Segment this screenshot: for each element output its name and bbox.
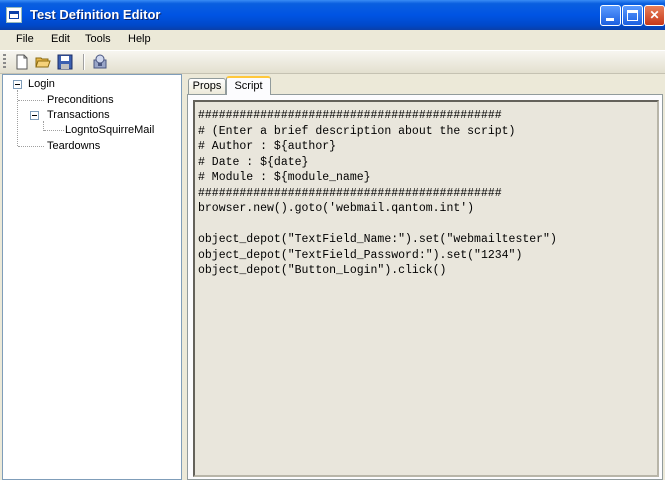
tree-line — [17, 90, 19, 146]
title-bar[interactable]: Test Definition Editor ✕ — [0, 0, 665, 30]
tree-node-logntosquirremail[interactable]: LogntoSquirreMail — [65, 124, 154, 136]
menu-file[interactable]: File — [16, 33, 34, 45]
script-line: # Author : ${author} — [198, 140, 337, 153]
tree-node-login[interactable]: Login — [28, 78, 55, 90]
tab-script[interactable]: Script — [226, 76, 271, 95]
script-editor[interactable]: ########################################… — [193, 100, 659, 477]
build-icon[interactable] — [92, 54, 108, 70]
script-line: object_depot("TextField_Password:").set(… — [198, 248, 523, 262]
app-icon — [6, 7, 22, 23]
close-icon: ✕ — [649, 8, 660, 22]
script-line: ########################################… — [198, 109, 502, 122]
minimize-icon — [606, 18, 614, 21]
tree-node-transactions[interactable]: Transactions — [47, 109, 110, 121]
test-tree[interactable]: Login Preconditions Transactions LogntoS… — [2, 74, 182, 480]
toolbar-separator — [83, 54, 85, 70]
close-button[interactable]: ✕ — [644, 5, 665, 26]
maximize-icon — [627, 10, 638, 21]
open-folder-icon[interactable] — [35, 54, 51, 70]
toolbar-grip[interactable] — [3, 54, 6, 70]
minimize-button[interactable] — [600, 5, 621, 26]
script-line: object_depot("TextField_Name:").set("web… — [198, 233, 557, 246]
menu-bar: File Edit Tools Help — [0, 30, 665, 51]
toolbar — [0, 51, 665, 74]
tab-props[interactable]: Props — [188, 78, 226, 94]
tree-node-teardowns[interactable]: Teardowns — [47, 140, 100, 152]
script-line — [198, 217, 657, 233]
tree-line — [18, 146, 44, 148]
menu-help[interactable]: Help — [128, 33, 151, 45]
menu-tools[interactable]: Tools — [85, 33, 111, 45]
maximize-button[interactable] — [622, 5, 643, 26]
script-line: ########################################… — [198, 186, 502, 200]
tree-line — [18, 100, 44, 102]
tree-node-preconditions[interactable]: Preconditions — [47, 94, 114, 106]
collapse-login-icon[interactable] — [13, 80, 22, 89]
menu-edit[interactable]: Edit — [51, 33, 70, 45]
tree-line — [44, 130, 64, 132]
collapse-transactions-icon[interactable] — [30, 111, 39, 120]
save-icon[interactable] — [57, 54, 73, 70]
window-title: Test Definition Editor — [30, 7, 161, 22]
new-file-icon[interactable] — [14, 54, 30, 70]
script-tab-panel: ########################################… — [187, 94, 663, 480]
script-line: # Module : ${module_name} — [198, 171, 371, 184]
script-line: # Date : ${date} — [198, 155, 309, 169]
pane-splitter[interactable] — [182, 74, 186, 480]
script-line: object_depot("Button_Login").click() — [198, 264, 447, 277]
script-line: # (Enter a brief description about the s… — [198, 124, 516, 138]
script-line: browser.new().goto('webmail.qantom.int') — [198, 202, 475, 215]
